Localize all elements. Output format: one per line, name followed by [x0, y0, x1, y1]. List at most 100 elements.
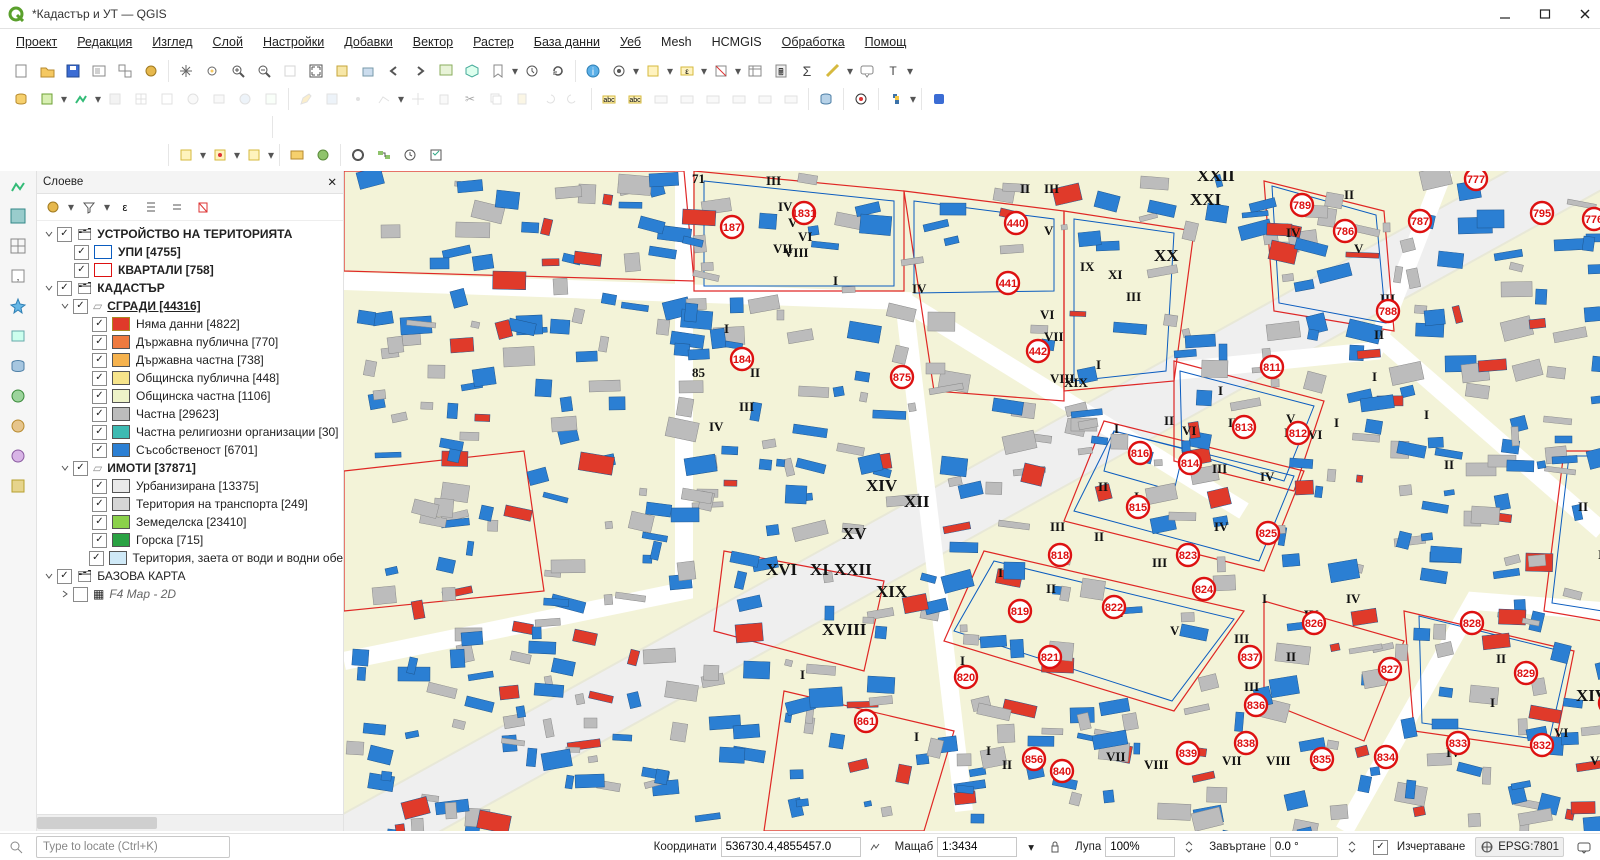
- add-postgres-layer-icon[interactable]: [7, 355, 29, 377]
- legend-item[interactable]: Частна [29623]: [39, 405, 343, 423]
- open-project-icon[interactable]: [36, 60, 58, 82]
- add-delimited-icon[interactable]: [156, 88, 178, 110]
- adv-dig-24-icon[interactable]: [877, 116, 899, 138]
- label-tool-6-icon[interactable]: [728, 88, 750, 110]
- statistics-icon[interactable]: Σ: [796, 60, 818, 82]
- temporal-icon[interactable]: [521, 60, 543, 82]
- toolbox-icon[interactable]: [347, 144, 369, 166]
- dropdown-icon[interactable]: ▾: [397, 88, 405, 110]
- select-icon[interactable]: [642, 60, 664, 82]
- text-annotation-icon[interactable]: T: [882, 60, 904, 82]
- menu-layer[interactable]: Слой: [203, 32, 253, 52]
- move-feature-icon[interactable]: [407, 88, 429, 110]
- new-3d-view-icon[interactable]: [461, 60, 483, 82]
- adv-dig-2-icon[interactable]: [305, 116, 327, 138]
- dropdown-icon[interactable]: ▾: [909, 88, 917, 110]
- mesh-1-icon[interactable]: [10, 144, 32, 166]
- legend-item[interactable]: Общинска публична [448]: [39, 369, 343, 387]
- dropdown-icon[interactable]: ▾: [1021, 837, 1041, 857]
- paste-icon[interactable]: [511, 88, 533, 110]
- legend-item[interactable]: Територия на транспорта [249]: [39, 495, 343, 513]
- deselect-icon[interactable]: [710, 60, 732, 82]
- add-raster-icon[interactable]: [104, 88, 126, 110]
- adv-dig-19-icon[interactable]: [747, 116, 769, 138]
- zoom-selection-icon[interactable]: [331, 60, 353, 82]
- new-project-icon[interactable]: [10, 60, 32, 82]
- legend-item[interactable]: Няма данни [4822]: [39, 315, 343, 333]
- dropdown-icon[interactable]: ▾: [906, 60, 914, 82]
- label-tool-4-icon[interactable]: [676, 88, 698, 110]
- snap-6-icon[interactable]: [140, 116, 162, 138]
- legend-item[interactable]: Земеделска [23410]: [39, 513, 343, 531]
- add-vector-layer-icon[interactable]: [7, 175, 29, 197]
- caret-down-icon[interactable]: [59, 462, 71, 474]
- close-button[interactable]: [1578, 7, 1592, 21]
- save-edits-icon[interactable]: [321, 88, 343, 110]
- style-manager-icon[interactable]: [140, 60, 162, 82]
- visibility-checkbox[interactable]: [92, 497, 107, 512]
- adv-dig-17-icon[interactable]: [695, 116, 717, 138]
- legend-item[interactable]: Държавна публична [770]: [39, 333, 343, 351]
- add-xyz-layer-icon[interactable]: [7, 475, 29, 497]
- results-icon[interactable]: [425, 144, 447, 166]
- collapse-all-icon[interactable]: [166, 196, 188, 218]
- render-checkbox[interactable]: [1373, 840, 1388, 855]
- label-tool-3-icon[interactable]: [650, 88, 672, 110]
- mesh-6-icon[interactable]: [140, 144, 162, 166]
- rotation-input[interactable]: [1270, 837, 1338, 857]
- adv-dig-8-icon[interactable]: [461, 116, 483, 138]
- undo-icon[interactable]: [537, 88, 559, 110]
- visibility-checkbox[interactable]: [73, 587, 88, 602]
- visibility-checkbox[interactable]: [57, 227, 72, 242]
- plugin-icon[interactable]: [928, 88, 950, 110]
- layer-group[interactable]: 🗂 КАДАСТЪР: [39, 279, 343, 297]
- add-mesh-icon[interactable]: [130, 88, 152, 110]
- snap-7-icon[interactable]: [166, 116, 188, 138]
- visibility-checkbox[interactable]: [92, 335, 107, 350]
- identify-icon[interactable]: i: [582, 60, 604, 82]
- refresh-icon[interactable]: [547, 60, 569, 82]
- filter-legend-icon[interactable]: [78, 196, 100, 218]
- field-calc-icon[interactable]: 🖩: [770, 60, 792, 82]
- magnifier-input[interactable]: [1105, 837, 1175, 857]
- visibility-checkbox[interactable]: [74, 263, 89, 278]
- menu-help[interactable]: Помощ: [855, 32, 917, 52]
- new-map-view-icon[interactable]: [435, 60, 457, 82]
- visibility-checkbox[interactable]: [57, 569, 72, 584]
- visibility-checkbox[interactable]: [92, 317, 107, 332]
- zoom-last-icon[interactable]: [383, 60, 405, 82]
- locator-icon[interactable]: [6, 837, 26, 857]
- add-xyz-icon[interactable]: [260, 88, 282, 110]
- zoom-out-icon[interactable]: [253, 60, 275, 82]
- zoom-native-icon[interactable]: [279, 60, 301, 82]
- adv-dig-16-icon[interactable]: [669, 116, 691, 138]
- digitize-icon[interactable]: [373, 88, 395, 110]
- label-tool-8-icon[interactable]: [780, 88, 802, 110]
- adv-dig-15-icon[interactable]: [643, 116, 665, 138]
- visibility-checkbox[interactable]: [92, 533, 107, 548]
- sel-tool-2-icon[interactable]: [209, 144, 231, 166]
- add-virtual-layer-icon[interactable]: [7, 325, 29, 347]
- spinner-icon[interactable]: [1342, 837, 1362, 857]
- scale-lock-icon[interactable]: [1045, 837, 1065, 857]
- redo-icon[interactable]: [563, 88, 585, 110]
- adv-dig-14-icon[interactable]: [617, 116, 639, 138]
- layer-item[interactable]: ▱СГРАДИ [44316]: [39, 297, 343, 315]
- legend-item[interactable]: Съсобственост [6701]: [39, 441, 343, 459]
- layer-group[interactable]: 🗂 БАЗОВА КАРТА: [39, 567, 343, 585]
- layer-item[interactable]: КВАРТАЛИ [758]: [39, 261, 343, 279]
- proc-1-icon[interactable]: [286, 144, 308, 166]
- remove-layer-icon[interactable]: [192, 196, 214, 218]
- layer-item[interactable]: ▱ИМОТИ [37871]: [39, 459, 343, 477]
- menu-view[interactable]: Изглед: [142, 32, 202, 52]
- caret-right-icon[interactable]: [59, 588, 71, 600]
- adv-dig-5-icon[interactable]: [383, 116, 405, 138]
- visibility-checkbox[interactable]: [92, 353, 107, 368]
- adv-dig-18-icon[interactable]: [721, 116, 743, 138]
- crs-badge[interactable]: EPSG:7801: [1475, 837, 1564, 857]
- visibility-checkbox[interactable]: [92, 479, 107, 494]
- label-tool-2-icon[interactable]: abc: [624, 88, 646, 110]
- map-canvas[interactable]: XXXXIXXIIXIVXIIXVXVIXIXXIIXVIIIXIXXXVXII…: [344, 171, 1600, 831]
- visibility-checkbox[interactable]: [92, 389, 107, 404]
- adv-dig-11-icon[interactable]: [539, 116, 561, 138]
